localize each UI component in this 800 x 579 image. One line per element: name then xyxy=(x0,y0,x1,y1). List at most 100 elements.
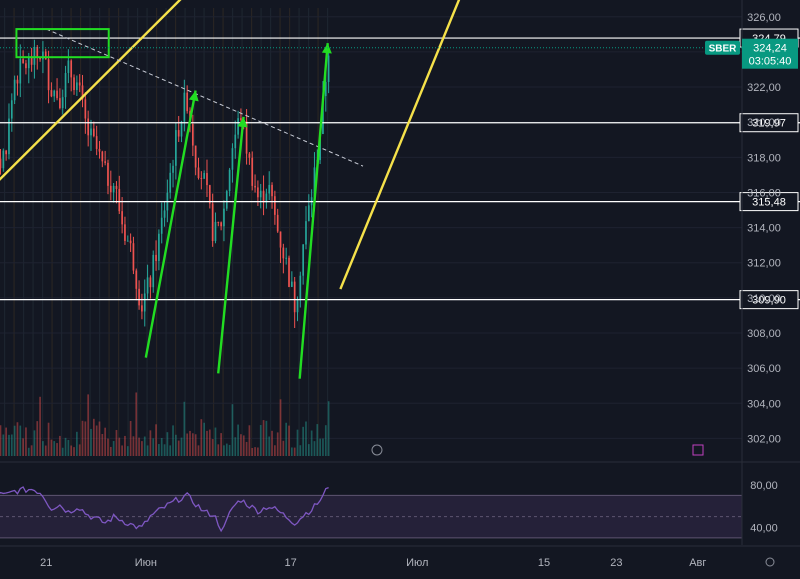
volume-bar xyxy=(220,433,222,456)
volume-bar xyxy=(313,441,316,456)
volume-bar xyxy=(87,394,90,456)
volume-bar xyxy=(25,427,27,456)
time-tick-label: 21 xyxy=(40,557,52,569)
candle-body xyxy=(257,187,259,198)
volume-bar xyxy=(288,425,290,456)
volume-bar xyxy=(146,445,149,456)
volume-bar xyxy=(319,438,321,456)
candle-body xyxy=(259,190,262,198)
candle-body xyxy=(203,173,206,179)
candle-body xyxy=(248,153,251,158)
candle-body xyxy=(13,79,16,101)
time-tick-label: Июн xyxy=(135,557,157,569)
session-stripe xyxy=(289,8,291,456)
price-tick-label: 316,00 xyxy=(747,187,781,199)
volume-bar xyxy=(225,443,228,456)
candle-body xyxy=(73,77,75,91)
candle-body xyxy=(302,244,305,276)
volume-bar xyxy=(322,438,324,456)
candle-body xyxy=(53,90,56,97)
candle-body xyxy=(279,231,282,248)
session-stripe xyxy=(118,8,120,456)
volume-bar xyxy=(203,422,206,456)
volume-bar xyxy=(327,401,330,456)
volume-bar xyxy=(265,420,268,456)
candle-body xyxy=(132,243,135,271)
vertical-session-stripes xyxy=(4,8,329,456)
candle-body xyxy=(124,224,126,241)
candle-body xyxy=(271,184,273,197)
price-tick-label: 326,00 xyxy=(747,12,781,24)
volume-bar xyxy=(19,425,22,456)
candle-body xyxy=(90,128,92,136)
candle-body xyxy=(78,82,81,86)
candle-body xyxy=(16,79,19,84)
candle-body xyxy=(175,130,177,166)
session-stripe xyxy=(308,8,310,456)
volume-bar xyxy=(64,437,67,456)
time-tick-label: 17 xyxy=(284,557,296,569)
volume-bar xyxy=(0,425,2,456)
candle-body xyxy=(47,59,50,91)
volume-bar xyxy=(5,427,7,456)
price-tick-label: 318,00 xyxy=(747,152,781,164)
price-tag-timer: 03:05:40 xyxy=(749,56,792,68)
chart-canvas[interactable]: 324,79319,97315,48309,90 80,0040,00 326,… xyxy=(0,0,800,579)
candle-body xyxy=(180,121,183,137)
candle-body xyxy=(240,118,242,120)
candle-body xyxy=(234,134,237,149)
volume-bar xyxy=(296,429,299,456)
candle-body xyxy=(177,130,180,137)
rsi-level-label: 80,00 xyxy=(750,480,778,492)
volume-bar xyxy=(27,447,30,456)
session-stripe xyxy=(175,8,177,456)
volume-bar xyxy=(177,440,180,456)
price-tick-label: 306,00 xyxy=(747,363,781,375)
volume-bar xyxy=(98,421,101,456)
price-tick-label: 304,00 xyxy=(747,398,781,410)
volume-bar xyxy=(214,427,217,456)
volume-bar xyxy=(30,445,33,456)
volume-bar xyxy=(307,444,310,456)
candle-body xyxy=(146,277,149,294)
session-stripe xyxy=(241,8,243,456)
volume-bar xyxy=(22,438,24,456)
volume-bar xyxy=(129,420,132,456)
candle-body xyxy=(268,184,271,194)
volume-bar xyxy=(169,445,172,456)
candle-body xyxy=(169,172,172,193)
candle-body xyxy=(288,257,290,287)
volume-bar xyxy=(50,439,53,456)
candle-body xyxy=(76,82,78,91)
candle-body xyxy=(228,169,231,192)
time-tick-label: 23 xyxy=(610,557,622,569)
session-stripe xyxy=(203,8,205,456)
volume-bar xyxy=(240,434,242,456)
candle-body xyxy=(27,57,30,69)
candle-body xyxy=(115,185,118,189)
session-stripe xyxy=(4,8,6,456)
volume-bar xyxy=(251,447,254,456)
volume-bar xyxy=(276,432,279,456)
candle-body xyxy=(194,145,197,168)
candle-body xyxy=(299,275,302,301)
candle-body xyxy=(262,190,265,203)
volume-bar xyxy=(245,441,248,456)
session-stripe xyxy=(137,8,139,456)
volume-bar xyxy=(126,446,129,456)
candle-body xyxy=(158,233,160,261)
candle-body xyxy=(107,162,109,186)
volume-bar xyxy=(163,444,166,456)
candle-body xyxy=(33,46,36,65)
candle-body xyxy=(50,90,53,97)
session-stripe xyxy=(184,8,186,456)
candle-body xyxy=(0,158,2,169)
candle-body xyxy=(121,211,123,225)
candle-body xyxy=(183,92,186,122)
volume-bar xyxy=(13,425,16,456)
volume-bar xyxy=(36,421,39,456)
volume-bar xyxy=(141,441,143,456)
volume-bar xyxy=(73,447,75,456)
candle-body xyxy=(64,72,67,98)
candle-body xyxy=(231,148,234,170)
